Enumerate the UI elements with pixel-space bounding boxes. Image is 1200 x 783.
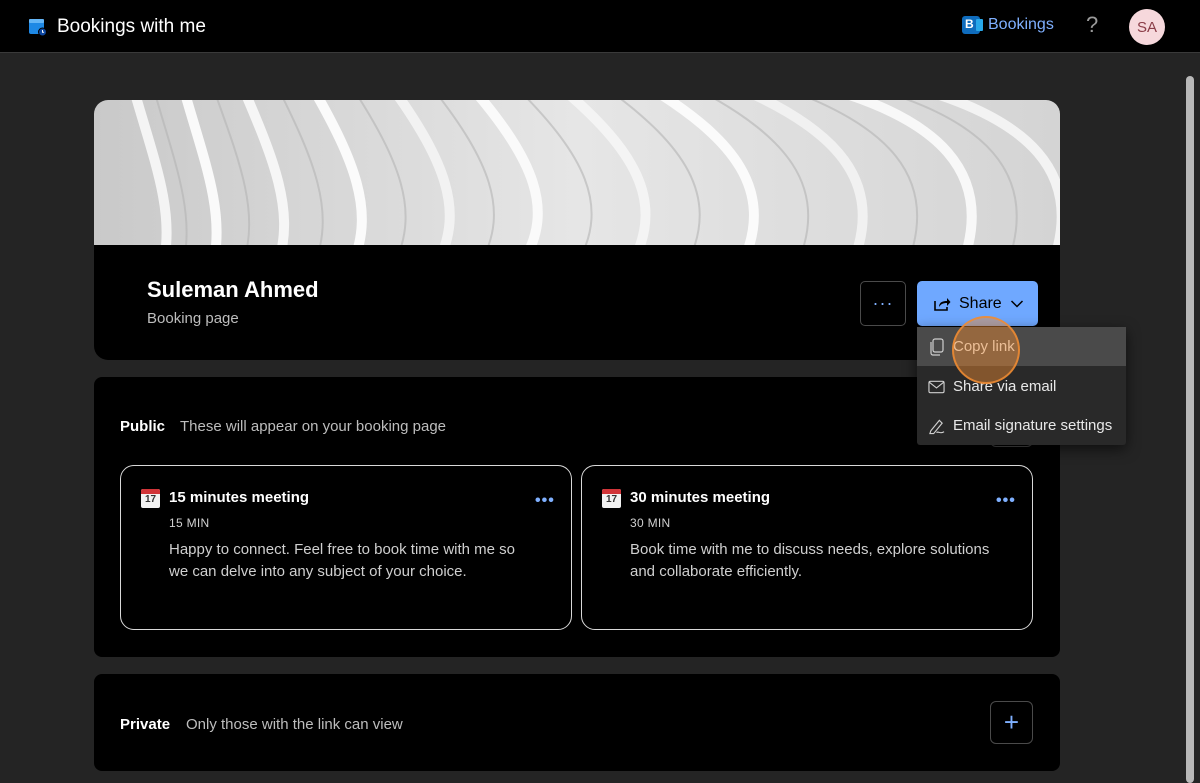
chevron-down-icon — [1010, 299, 1023, 308]
avatar[interactable]: SA — [1129, 9, 1165, 45]
share-button-label: Share — [959, 294, 1002, 312]
copy-icon — [928, 337, 945, 356]
calendar-icon: 17 — [602, 489, 621, 508]
meeting-title: 30 minutes meeting — [630, 489, 771, 506]
share-icon — [934, 297, 951, 311]
plus-icon: + — [1003, 707, 1020, 737]
meeting-card-15[interactable]: 17 15 minutes meeting 15 MIN Happy to co… — [120, 465, 572, 630]
meeting-duration: 15 MIN — [169, 516, 210, 530]
profile-name: Suleman Ahmed — [147, 277, 319, 302]
menu-item-copy-link[interactable]: Copy link — [917, 327, 1126, 366]
scrollbar[interactable] — [1186, 76, 1194, 783]
meeting-card-30[interactable]: 17 30 minutes meeting 30 MIN Book time w… — [581, 465, 1033, 630]
meeting-more-icon[interactable]: ••• — [535, 492, 555, 510]
bookings-link[interactable]: B Bookings — [962, 16, 1054, 34]
mail-icon — [928, 378, 945, 395]
private-section: Private Only those with the link can vie… — [94, 674, 1060, 771]
public-section: Public These will appear on your booking… — [94, 377, 1060, 657]
menu-item-signature-settings[interactable]: Email signature settings — [917, 406, 1126, 445]
public-description: These will appear on your booking page — [180, 418, 447, 435]
public-label: Public — [120, 418, 166, 435]
menu-item-share-email[interactable]: Share via email — [917, 367, 1126, 406]
click-indicator — [952, 316, 1020, 384]
top-bar: Bookings with me B Bookings ? SA — [0, 0, 1200, 53]
more-options-button[interactable]: ··· — [860, 281, 906, 326]
profile-subtitle: Booking page — [147, 310, 239, 327]
meeting-more-icon[interactable]: ••• — [996, 492, 1016, 510]
meeting-description: Book time with me to discuss needs, expl… — [630, 541, 990, 580]
meeting-description: Happy to connect. Feel free to book time… — [169, 541, 516, 580]
meeting-duration: 30 MIN — [630, 516, 671, 530]
bookings-app-icon: B — [962, 16, 983, 34]
add-private-button[interactable]: + — [990, 701, 1033, 744]
profile-card: Suleman Ahmed Booking page ··· Share — [94, 100, 1060, 360]
private-description: Only those with the link can view — [186, 716, 403, 733]
app-title: Bookings with me — [57, 16, 206, 37]
menu-item-label: Email signature settings — [953, 417, 1113, 434]
share-menu: Copy link Share via email Email signatur… — [917, 327, 1126, 445]
signature-icon — [928, 417, 945, 434]
calendar-icon: 17 — [141, 489, 160, 508]
bookings-link-label: Bookings — [988, 16, 1054, 33]
meeting-title: 15 minutes meeting — [169, 489, 310, 506]
private-label: Private — [120, 716, 171, 733]
help-icon[interactable]: ? — [1086, 12, 1098, 38]
more-options-icon: ··· — [872, 293, 894, 313]
bookings-calendar-icon — [29, 19, 47, 37]
banner-image — [94, 100, 1060, 245]
menu-item-label: Share via email — [953, 378, 1057, 395]
